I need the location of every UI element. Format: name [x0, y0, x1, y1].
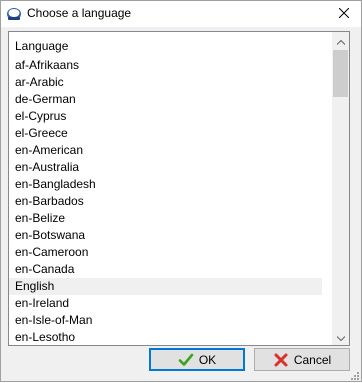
cancel-button[interactable]: Cancel	[254, 348, 350, 371]
language-list: af-Afrikaans ar-Arabic de-German el-Cyprus e…	[9, 57, 322, 345]
list-item[interactable]: en-Australia	[9, 159, 322, 176]
scroll-down-button[interactable]	[332, 328, 349, 345]
x-icon	[273, 352, 289, 368]
list-item[interactable]: en-American	[9, 142, 322, 159]
app-logo-icon	[6, 6, 22, 22]
list-item[interactable]: en-Barbados	[9, 193, 322, 210]
scroll-thumb[interactable]	[333, 50, 348, 97]
list-item[interactable]: en-Cameroon	[9, 244, 322, 261]
chevron-down-icon	[336, 330, 345, 344]
ok-label: OK	[198, 352, 217, 367]
list-item[interactable]: en-Canada	[9, 261, 322, 278]
resize-grip-icon[interactable]	[349, 369, 359, 380]
list-item[interactable]: en-Isle-of-Man	[9, 312, 322, 329]
chevron-up-icon	[336, 34, 345, 48]
list-item[interactable]: en-Botswana	[9, 227, 322, 244]
checkmark-icon	[178, 352, 194, 368]
language-listbox[interactable]: Language af-Afrikaans ar-Arabic de-German e…	[8, 31, 350, 346]
title-bar[interactable]: Choose a language	[1, 1, 361, 27]
list-item[interactable]: de-German	[9, 91, 322, 108]
list-item[interactable]: el-Cyprus	[9, 108, 322, 125]
list-item[interactable]: en-Bangladesh	[9, 176, 322, 193]
list-item[interactable]: English	[9, 278, 322, 295]
list-item[interactable]: el-Greece	[9, 125, 322, 142]
list-item[interactable]: en-Belize	[9, 210, 322, 227]
list-item[interactable]: en-Lesotho	[9, 329, 322, 345]
list-item[interactable]: en-Ireland	[9, 295, 322, 312]
close-button[interactable]	[327, 1, 361, 27]
cancel-label: Cancel	[293, 352, 332, 367]
scroll-up-button[interactable]	[332, 32, 349, 49]
vertical-scrollbar[interactable]	[332, 32, 349, 345]
list-item[interactable]: ar-Arabic	[9, 74, 322, 91]
dialog-window: Choose a language Language af-Afrikaans a…	[0, 0, 362, 382]
window-title: Choose a language	[27, 6, 132, 20]
close-icon	[338, 7, 350, 21]
ok-button[interactable]: OK	[149, 348, 245, 371]
list-header: Language	[15, 39, 69, 53]
list-item[interactable]: af-Afrikaans	[9, 57, 322, 74]
